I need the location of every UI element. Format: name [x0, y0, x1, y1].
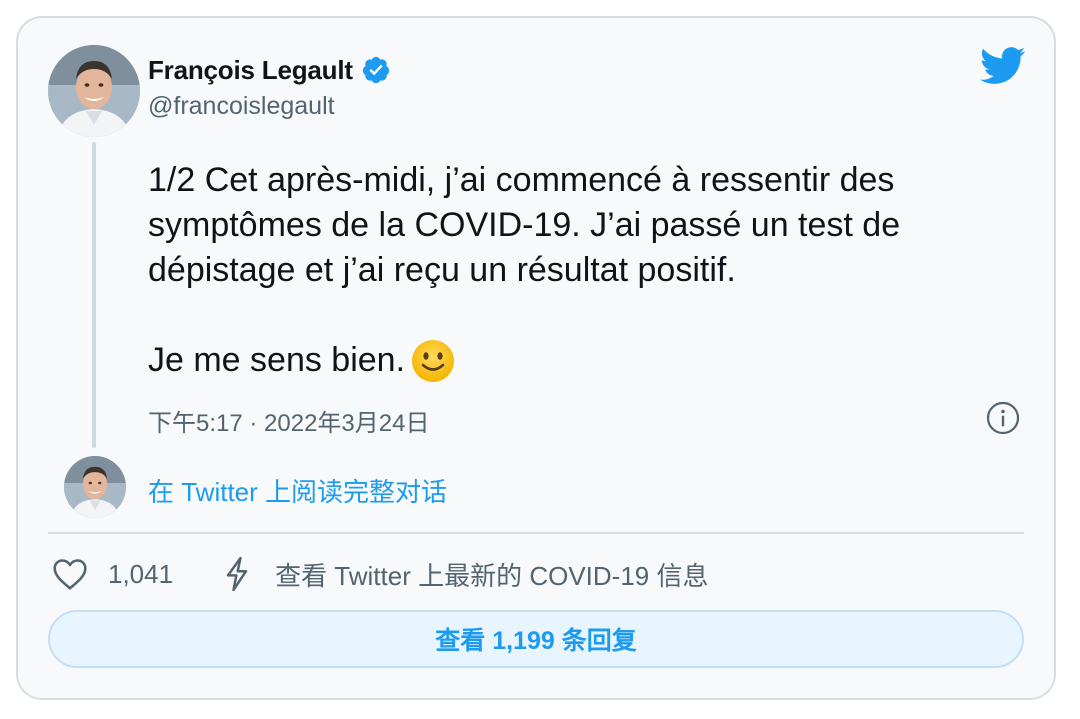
divider — [48, 532, 1024, 534]
info-icon[interactable] — [986, 401, 1020, 435]
tweet-text: 1/2 Cet après-midi, j’ai commencé à ress… — [148, 158, 1008, 383]
author-handle[interactable]: @francoislegault — [148, 92, 335, 121]
tweet-paragraph-2-text: Je me sens bien. — [148, 341, 406, 379]
heart-icon[interactable] — [52, 557, 88, 591]
author-avatar[interactable] — [48, 45, 140, 137]
tweet-timestamp[interactable]: 下午5:17 · 2022年3月24日 — [148, 403, 429, 438]
avatar-photo-icon — [64, 456, 126, 518]
tweet-card: François Legault @francoislegault 1/2 Ce… — [16, 16, 1056, 700]
tweet-paragraph-2: Je me sens bien. — [148, 338, 1008, 383]
action-row: 1,041 查看 Twitter 上最新的 COVID-19 信息 — [52, 552, 708, 596]
thread-connector — [92, 142, 96, 448]
author-name-row[interactable]: François Legault — [148, 52, 391, 88]
view-replies-button[interactable]: 查看 1,199 条回复 — [48, 610, 1024, 668]
read-full-conversation-link[interactable]: 在 Twitter 上阅读完整对话 — [148, 472, 447, 509]
author-name[interactable]: François Legault — [148, 55, 353, 86]
bolt-icon[interactable] — [223, 556, 251, 592]
avatar-photo-icon — [48, 45, 140, 137]
verified-badge-icon — [362, 56, 389, 84]
thread-avatar[interactable] — [64, 456, 126, 518]
twitter-bird-icon[interactable] — [980, 46, 1026, 86]
like-count[interactable]: 1,041 — [108, 559, 173, 590]
covid-info-link[interactable]: 查看 Twitter 上最新的 COVID-19 信息 — [275, 556, 708, 593]
smile-emoji-icon — [412, 339, 455, 382]
tweet-paragraph-1: 1/2 Cet après-midi, j’ai commencé à ress… — [148, 161, 901, 289]
